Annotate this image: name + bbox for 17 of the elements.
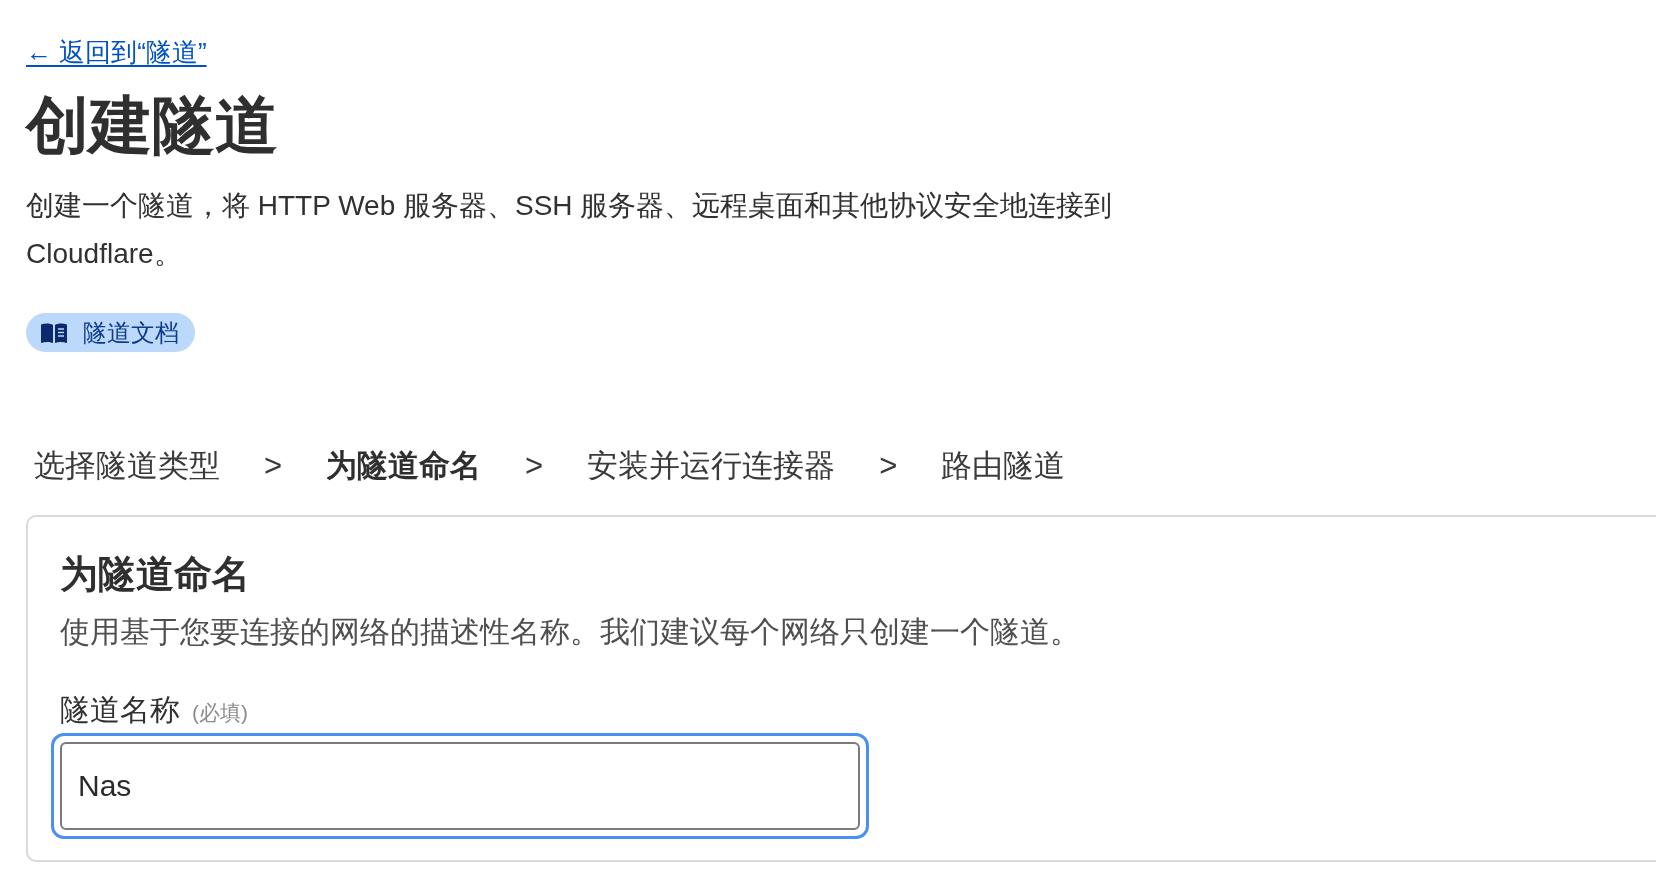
field-label: 隧道名称 bbox=[60, 692, 180, 728]
step-label: 路由隧道 bbox=[941, 447, 1066, 485]
step-label: 安装并运行连接器 bbox=[587, 447, 836, 485]
step-separator: > bbox=[264, 447, 283, 485]
step-separator: > bbox=[525, 447, 544, 485]
back-link[interactable]: ← 返回到“隧道” bbox=[26, 36, 207, 68]
card-description: 使用基于您要连接的网络的描述性名称。我们建议每个网络只创建一个隧道。 bbox=[60, 614, 1080, 650]
docs-button[interactable]: 隧道文档 bbox=[26, 313, 195, 352]
input-field[interactable]: Nas bbox=[51, 733, 869, 839]
page-description: 创建一个隧道，将 HTTP Web 服务器、SSH 服务器、远程桌面和其他协议安全地连接到 Cloudflare。 bbox=[26, 189, 1114, 271]
required-note: (必填) bbox=[192, 700, 248, 726]
book-icon bbox=[41, 322, 67, 343]
card-title: 为隧道命名 bbox=[60, 552, 250, 597]
step-label: 为隧道命名 bbox=[326, 447, 482, 485]
step-separator: > bbox=[879, 447, 898, 485]
page-title: 创建隧道 bbox=[26, 89, 278, 162]
step-label: 选择隧道类型 bbox=[34, 447, 220, 485]
